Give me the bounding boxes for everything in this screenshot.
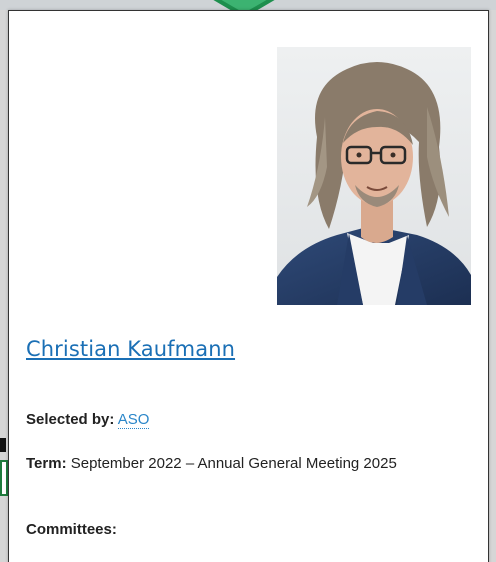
screen: Christian Kaufmann Selected by: ASO Term… xyxy=(0,0,496,562)
committees-label: Committees: xyxy=(26,521,117,538)
term-label: Term: xyxy=(26,455,67,472)
profile-name-link[interactable]: Christian Kaufmann xyxy=(26,337,235,361)
committees-row: Committees: xyxy=(26,519,117,541)
term-value: September 2022 – Annual General Meeting … xyxy=(70,455,397,472)
selected-by-label: Selected by: xyxy=(26,411,115,428)
term-row: Term: September 2022 – Annual General Me… xyxy=(26,453,476,475)
portrait-photo-icon xyxy=(277,47,471,305)
selected-by-link[interactable]: ASO xyxy=(117,411,150,429)
background-box xyxy=(0,460,8,496)
selected-by-row: Selected by: ASO xyxy=(26,409,150,431)
profile-photo xyxy=(277,47,471,305)
profile-popup-card: Christian Kaufmann Selected by: ASO Term… xyxy=(8,10,489,562)
background-glyph xyxy=(0,438,6,452)
